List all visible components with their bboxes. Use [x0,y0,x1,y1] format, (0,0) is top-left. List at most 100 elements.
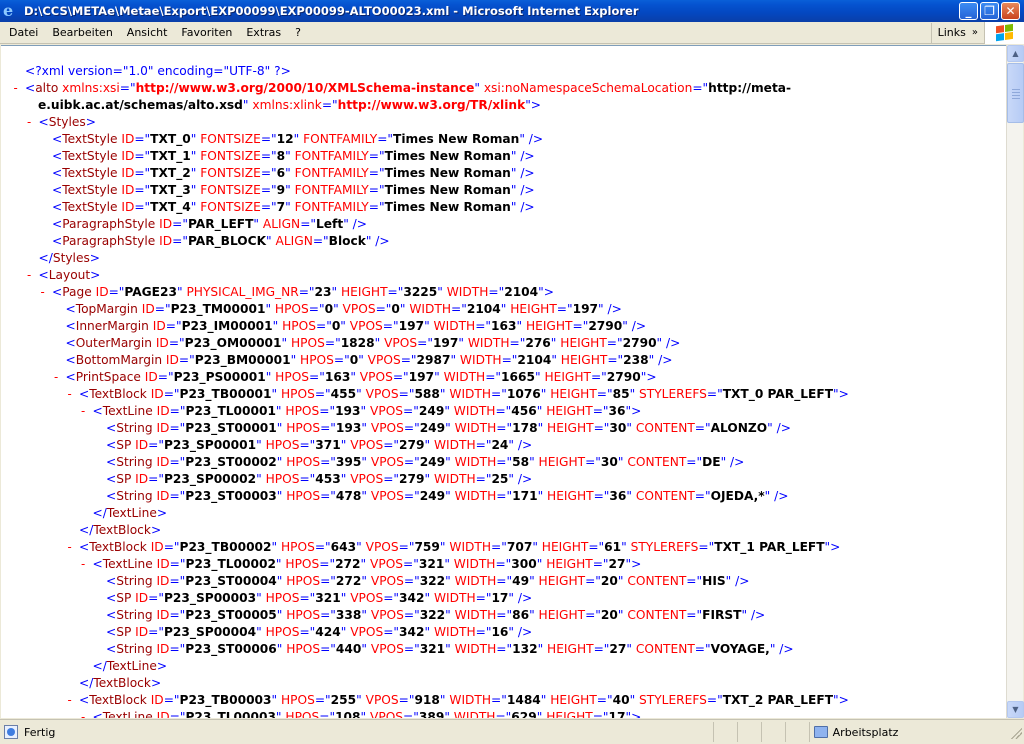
collapse-toggle[interactable]: - [80,709,87,718]
scroll-up-button[interactable]: ▲ [1007,45,1024,62]
maximize-button[interactable]: ❐ [980,2,999,20]
xml-line: <String ID="P23_ST00003" HPOS="478" VPOS… [1,488,1006,505]
xml-line-text: </Styles> [39,250,101,267]
bracket: < [38,115,49,129]
minimize-button[interactable]: _ [959,2,978,20]
links-toolbar-button[interactable]: Links [930,22,972,43]
attr-name: VPOS [346,472,384,486]
tag-name: TextBlock [89,693,147,707]
bracket: =" [496,421,513,435]
bracket: > [631,557,642,571]
menu-help[interactable]: ? [288,23,308,43]
bracket: =" [309,370,325,384]
bracket: < [25,81,36,95]
collapse-toggle[interactable]: - [39,284,46,301]
menu-favoriten[interactable]: Favoriten [174,23,239,43]
bracket: =" [400,353,417,367]
collapse-toggle[interactable]: - [26,114,33,131]
attr-value: 342 [399,591,425,605]
menu-bearbeiten[interactable]: Bearbeiten [45,23,119,43]
attr-value: 20 [600,608,618,622]
status-bar: Fertig Arbeitsplatz [0,719,1024,744]
xml-line-text: <Page ID="PAGE23" PHYSICAL_IMG_NR="23" H… [52,284,554,301]
xml-line-text: <TextStyle ID="TXT_1" FONTSIZE="8" FONTF… [52,148,535,165]
bracket: =" [320,642,336,656]
xml-line: </TextLine> [1,505,1006,522]
bracket: /> [514,591,533,605]
bracket: =" [556,302,573,316]
collapse-toggle[interactable]: - [66,539,73,556]
bracket: "> [525,98,542,112]
attr-value: 25 [491,472,509,486]
title-bar[interactable]: e D:\CCS\METAe\Metae\Export\EXP00099\EXP… [0,0,1024,22]
attr-name: FONTSIZE [196,200,261,214]
bracket: < [106,455,117,469]
collapse-toggle[interactable]: - [53,369,60,386]
collapse-toggle[interactable]: - [80,556,87,573]
chevron-right-icon[interactable]: » [972,27,984,38]
bracket: < [79,693,90,707]
bracket: =" [375,302,392,316]
attr-value: 197 [398,319,425,333]
bracket: =" [382,319,399,333]
collapse-toggle[interactable]: - [66,386,73,403]
bracket: /> [516,149,535,163]
bracket: =" [383,472,400,486]
attr-name: VPOS [366,455,404,469]
bracket: < [92,710,103,718]
attr-value: 49 [512,574,530,588]
scroll-thumb[interactable] [1007,63,1024,123]
status-cell-1 [712,722,737,742]
security-zone[interactable]: Arbeitsplatz [808,722,1008,742]
bracket: =" [596,387,613,401]
close-button[interactable]: ✕ [1001,2,1020,20]
attr-name: HEIGHT [556,353,608,367]
collapse-toggle[interactable]: - [26,267,33,284]
bracket: /> [654,353,673,367]
bracket: > [631,404,642,418]
xml-line: - <TextBlock ID="P23_TB00002" HPOS="643" … [1,539,1006,556]
attr-value: TXT_0 PAR_LEFT [722,387,834,401]
attr-name: FONTFAMILY [290,149,369,163]
bracket: < [65,319,76,333]
menu-extras[interactable]: Extras [239,23,288,43]
xml-line: - <Layout> [1,267,1006,284]
attr-value: 58 [512,455,530,469]
bracket: =" [593,421,610,435]
bracket: =" [475,472,492,486]
bracket: =" [694,489,711,503]
attr-name: HEIGHT [543,489,594,503]
attr-value: 2104 [504,285,539,299]
bracket: > [85,115,96,129]
attr-name: WIDTH [450,421,497,435]
collapse-toggle[interactable]: - [12,80,19,97]
attr-value: 279 [399,438,425,452]
bracket: =" [314,540,331,554]
tag-name: TextBlock [93,523,151,537]
attr-value: 395 [335,455,362,469]
xml-document-view[interactable]: <?xml version="1.0" encoding="UTF-8" ?> -… [1,45,1006,718]
menu-ansicht[interactable]: Ansicht [120,23,175,43]
bracket: < [106,472,117,486]
attr-value: 255 [330,693,357,707]
attr-value: P23_TB00002 [179,540,272,554]
attr-name: STYLEREFS [635,387,707,401]
scroll-down-button[interactable]: ▼ [1007,701,1024,718]
attr-value: P23_SP00002 [164,472,257,486]
attr-name: HPOS [282,421,321,435]
bracket: =" [593,642,610,656]
xml-line-text: <ParagraphStyle ID="PAR_BLOCK" ALIGN="Bl… [52,233,390,250]
resize-grip[interactable] [1008,725,1023,739]
attr-name: HEIGHT [543,421,594,435]
attr-name: ID [117,200,135,214]
menu-datei[interactable]: Datei [2,23,45,43]
vertical-scrollbar[interactable]: ▲ ▼ [1006,45,1024,718]
xml-line: <SP ID="P23_SP00004" HPOS="424" VPOS="34… [1,624,1006,641]
bracket: =" [172,217,188,231]
bracket: =" [314,387,331,401]
bracket: =" [119,81,136,95]
xml-line: <TextStyle ID="TXT_3" FONTSIZE="9" FONTF… [1,182,1006,199]
collapse-toggle[interactable]: - [66,692,73,709]
collapse-toggle[interactable]: - [80,403,87,420]
attr-name: HEIGHT [534,574,586,588]
